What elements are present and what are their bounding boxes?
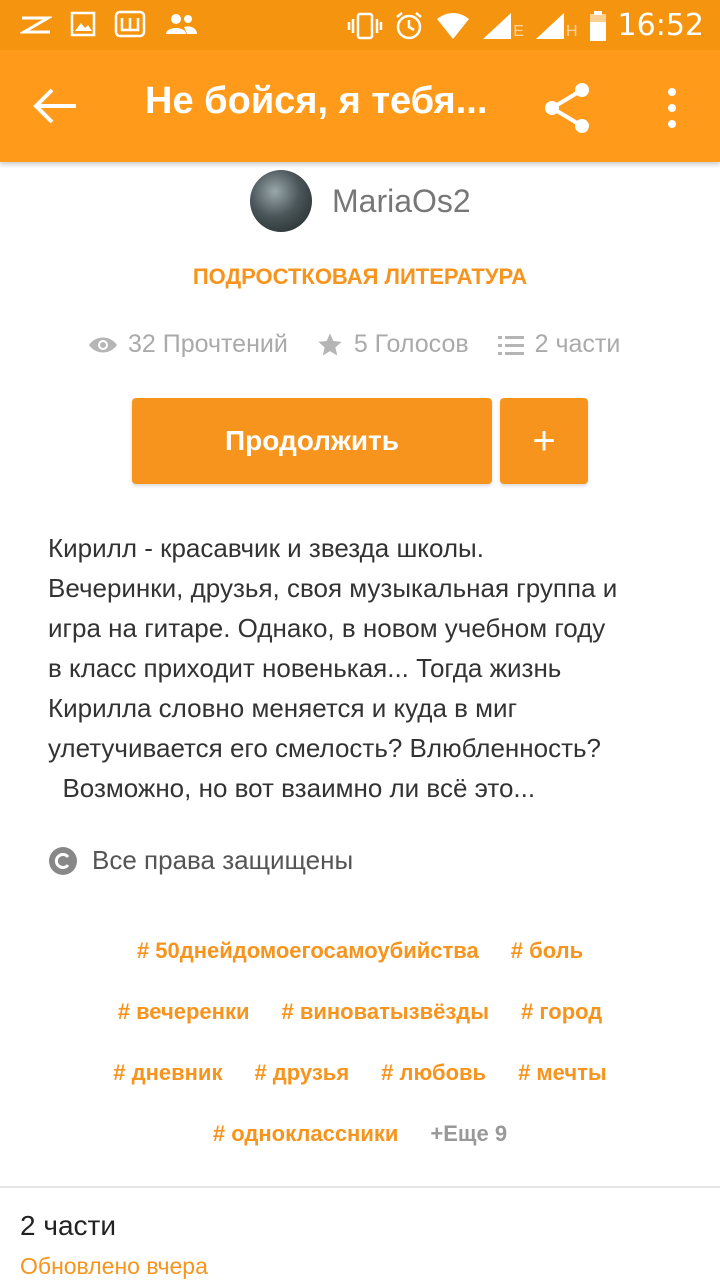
votes-stat: 5 Голосов [316, 330, 469, 359]
tag[interactable]: # вечеренки [118, 999, 250, 1025]
story-stats: 32 Прочтений 5 Голосов 2 части [88, 330, 648, 359]
tag-row: # вечеренки # виноватызвёзды # город [0, 981, 720, 1042]
status-bar-notifications [20, 10, 198, 38]
description-line: Кирилла словно меняется и куда в миг [48, 693, 518, 723]
tag[interactable]: # 50днейдомоегосамоубийства [137, 938, 479, 964]
author-link[interactable]: MariaOs2 [250, 170, 471, 232]
description-line: игра на гитаре. Однако, в новом учебном … [48, 613, 606, 643]
network-type-h: H [565, 22, 578, 40]
reads-count: 32 Прочтений [128, 330, 288, 358]
clock: 16:52 [617, 8, 704, 43]
tag-row: # 50днейдомоегосамоубийства # боль [0, 920, 720, 981]
story-description: Кирилл - красавчик и звезда школы. Вечер… [48, 528, 688, 808]
description-line: в класс приходит новенькая... Тогда жизн… [48, 653, 562, 683]
description-line: Возможно, но вот взаимно ли всё это... [48, 773, 536, 803]
alarm-icon [396, 11, 423, 39]
star-icon [318, 332, 342, 355]
status-bar: E H 16:52 [0, 0, 720, 50]
tag[interactable]: # друзья [254, 1060, 349, 1086]
parts-stat: 2 части [497, 330, 621, 359]
tag[interactable]: # мечты [518, 1060, 607, 1086]
wattpad-notification-icon [114, 10, 146, 38]
signal-e: E [481, 11, 524, 41]
section-divider [0, 1186, 720, 1188]
updated-label: Обновлено вчера [20, 1253, 208, 1279]
tag[interactable]: # боль [511, 938, 583, 964]
wifi-icon [437, 12, 470, 39]
app-bar: Не бойся, я тебя... [0, 50, 720, 162]
network-type-e: E [513, 22, 524, 40]
list-icon [497, 335, 524, 355]
more-tags-button[interactable]: +Еще 9 [430, 1121, 507, 1147]
parts-count: 2 части [534, 330, 621, 358]
more-options-icon[interactable] [660, 84, 684, 132]
tag-row: # одноклассники +Еще 9 [0, 1103, 720, 1164]
add-to-library-button[interactable]: + [500, 398, 588, 484]
story-title: Не бойся, я тебя... [145, 80, 488, 122]
copyright-info: Все права защищены [48, 845, 353, 876]
share-icon[interactable] [540, 80, 596, 136]
plus-icon: + [532, 418, 556, 463]
tag[interactable]: # виноватызвёзды [282, 999, 490, 1025]
avatar[interactable] [250, 170, 312, 232]
author-name[interactable]: MariaOs2 [332, 183, 471, 220]
back-arrow-icon[interactable] [32, 86, 80, 126]
signal-icon [483, 12, 512, 39]
tag[interactable]: # город [521, 999, 602, 1025]
eye-icon [89, 337, 117, 352]
category-label[interactable]: ПОДРОСТКОВАЯ ЛИТЕРАТУРА [0, 264, 720, 290]
tag[interactable]: # одноклассники [213, 1121, 399, 1147]
description-line: Вечеринки, друзья, своя музыкальная груп… [48, 573, 618, 603]
votes-count: 5 Голосов [353, 330, 469, 358]
description-line: улетучивается его смелость? Влюбленность… [48, 733, 602, 763]
continue-reading-button[interactable]: Продолжить [132, 398, 492, 484]
tag[interactable]: # дневник [113, 1060, 222, 1086]
image-notification-icon [70, 11, 96, 37]
tag[interactable]: # любовь [381, 1060, 486, 1086]
vibrate-icon [348, 12, 383, 39]
description-line: Кирилл - красавчик и звезда школы. [48, 533, 484, 563]
copyright-icon [49, 846, 77, 875]
parts-section-title[interactable]: 2 части [20, 1210, 116, 1242]
signal-icon [535, 12, 564, 39]
status-bar-system: E H 16:52 [347, 8, 704, 43]
tag-cloud: # 50днейдомоегосамоубийства # боль # веч… [0, 920, 720, 1164]
zedge-notification-icon [20, 16, 52, 34]
signal-h: H [534, 11, 578, 41]
tag-row: # дневник # друзья # любовь # мечты [0, 1042, 720, 1103]
battery-icon [589, 10, 606, 41]
people-notification-icon [166, 14, 197, 34]
reads-stat: 32 Прочтений [88, 330, 288, 359]
copyright-text: Все права защищены [92, 845, 354, 875]
